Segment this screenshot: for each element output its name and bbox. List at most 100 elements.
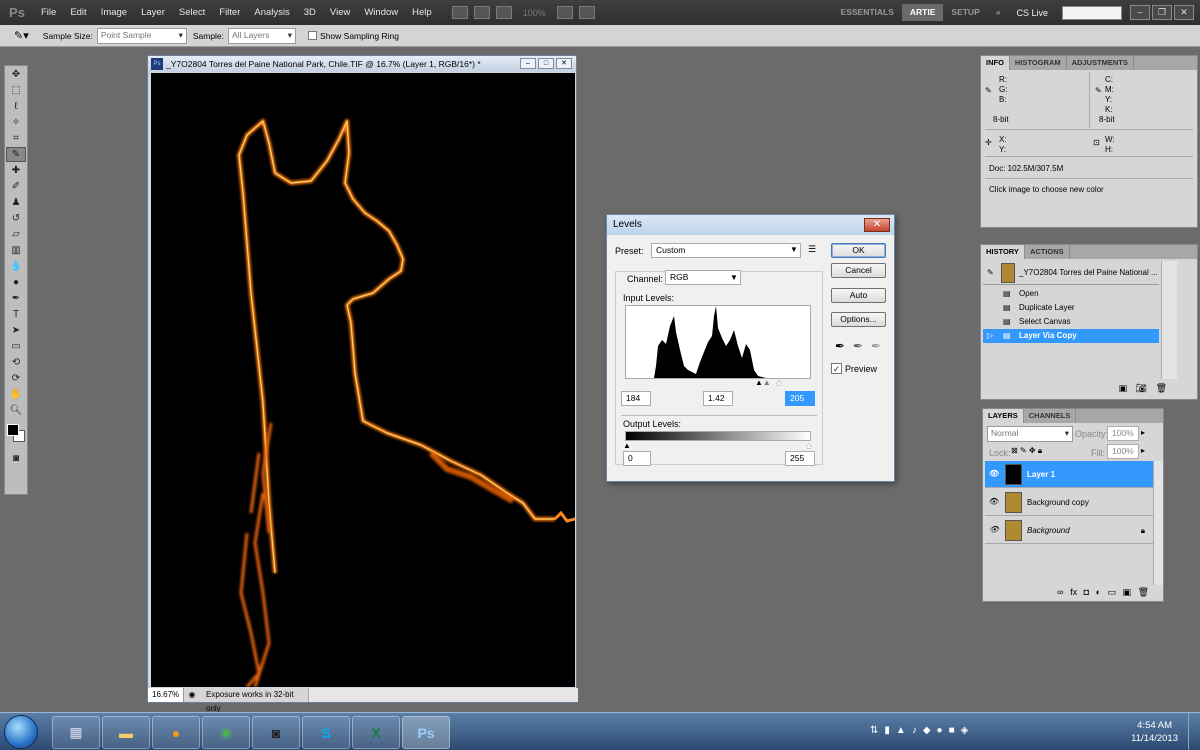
history-item-duplicate-layer[interactable]: ▤ Duplicate Layer	[983, 301, 1159, 315]
marquee-tool-icon[interactable]: ⬚	[6, 83, 26, 98]
zoom-level[interactable]: 100%	[523, 8, 546, 18]
opacity-slider-icon[interactable]: ▸	[1141, 428, 1145, 437]
tray-app-icon[interactable]: ■	[949, 725, 961, 736]
history-vertical-scrollbar[interactable]	[1161, 261, 1177, 379]
horizontal-scrollbar[interactable]	[308, 688, 578, 702]
menu-view[interactable]: View	[323, 0, 357, 25]
blur-tool-icon[interactable]: 💧	[6, 259, 26, 274]
close-icon[interactable]: ✕	[1174, 5, 1194, 20]
menu-help[interactable]: Help	[405, 0, 439, 25]
arrange-documents-icon[interactable]	[556, 6, 573, 19]
color-swatches[interactable]	[5, 422, 27, 450]
output-black-slider[interactable]: ▲	[623, 441, 631, 450]
gray-point-eyedropper-icon[interactable]: ✒	[853, 339, 863, 353]
tab-adjustments[interactable]: ADJUSTMENTS	[1067, 56, 1134, 70]
mini-bridge-icon[interactable]	[473, 6, 490, 19]
tray-app-icon[interactable]: ●	[937, 725, 949, 736]
tab-info[interactable]: INFO	[981, 56, 1010, 70]
white-point-eyedropper-icon[interactable]: ✒	[871, 339, 881, 353]
sampling-ring-checkbox[interactable]	[308, 31, 318, 40]
cancel-button[interactable]: Cancel	[831, 263, 886, 278]
menu-image[interactable]: Image	[94, 0, 134, 25]
input-black-field[interactable]: 184	[621, 391, 651, 406]
input-gamma-slider[interactable]: ▲	[763, 378, 771, 387]
history-brush-source-icon[interactable]: ✎	[987, 261, 994, 285]
link-layers-icon[interactable]: ∞	[1057, 587, 1063, 597]
workspace-essentials[interactable]: ESSENTIALS	[833, 4, 902, 21]
tab-actions[interactable]: ACTIONS	[1025, 245, 1070, 259]
path-select-icon[interactable]: ➤	[6, 323, 26, 338]
layer-row-layer-1[interactable]: 👁︎ Layer 1	[985, 461, 1153, 488]
levels-title-bar[interactable]: Levels ✕	[607, 215, 894, 235]
preset-select-arrow-icon[interactable]: ▼	[790, 245, 798, 254]
quick-mask-icon[interactable]: ◙	[6, 451, 26, 466]
history-item-open[interactable]: ▤ Open	[983, 287, 1159, 301]
history-item-select-canvas[interactable]: ▤ Select Canvas	[983, 315, 1159, 329]
menu-analysis[interactable]: Analysis	[247, 0, 296, 25]
view-extras-icon[interactable]	[495, 6, 512, 19]
new-group-icon[interactable]: ▭	[1108, 587, 1117, 597]
blend-mode-select[interactable]: Normal	[987, 426, 1073, 442]
menu-3d[interactable]: 3D	[297, 0, 323, 25]
layer-style-icon[interactable]: fx	[1070, 587, 1077, 597]
excel-app-icon[interactable]: X	[352, 716, 400, 749]
minimize-icon[interactable]: –	[1130, 5, 1150, 20]
layer-visibility-eye-icon[interactable]: 👁︎	[989, 498, 999, 506]
tab-channels[interactable]: CHANNELS	[1024, 409, 1077, 423]
output-white-slider[interactable]: ▲	[805, 441, 813, 450]
quick-select-icon[interactable]: ✧	[6, 115, 26, 130]
eyedropper-preset-icon[interactable]: ✎▾	[14, 29, 29, 42]
history-brush-icon[interactable]: ↺	[6, 211, 26, 226]
foreground-color-swatch[interactable]	[7, 424, 19, 436]
options-button[interactable]: Options...	[831, 312, 886, 327]
menu-filter[interactable]: Filter	[212, 0, 247, 25]
tray-app-icon[interactable]: ◈	[961, 725, 975, 736]
tab-history[interactable]: HISTORY	[981, 245, 1025, 259]
layer-row-background[interactable]: 👁︎ Background 🔒︎	[985, 517, 1153, 544]
channel-select-arrow-icon[interactable]: ▼	[730, 273, 738, 282]
show-desktop-button[interactable]	[1188, 713, 1200, 750]
preview-checkbox[interactable]: ✓	[831, 363, 842, 374]
lock-all-icon[interactable]: 🔒︎	[1038, 446, 1042, 455]
image-canvas[interactable]	[151, 73, 575, 687]
lock-position-icon[interactable]: ✥	[1029, 446, 1036, 455]
3d-rotate-icon[interactable]: ⟲	[6, 355, 26, 370]
brush-tool-icon[interactable]: ✐	[6, 179, 26, 194]
lock-icons[interactable]: ⊠ ✎ ✥ 🔒︎	[1011, 446, 1042, 456]
zoom-tool-icon[interactable]: 🔍︎	[6, 403, 26, 418]
fill-field[interactable]: 100%	[1107, 444, 1139, 459]
hand-tool-icon[interactable]: ✋	[6, 387, 26, 402]
doc-close-icon[interactable]: ✕	[556, 58, 572, 69]
lasso-tool-icon[interactable]: ℓ	[6, 99, 26, 114]
eyedropper-tool-icon[interactable]: ✎	[6, 147, 26, 162]
output-white-field[interactable]: 255	[785, 451, 815, 466]
bridge-icon[interactable]	[451, 6, 468, 19]
delete-layer-icon[interactable]: 🗑︎	[1138, 587, 1149, 597]
new-document-from-state-icon[interactable]: ▣	[1119, 383, 1128, 393]
layers-vertical-scrollbar[interactable]	[1153, 461, 1163, 585]
layer-row-background-copy[interactable]: 👁︎ Background copy	[985, 489, 1153, 516]
more-workspaces-icon[interactable]: »	[988, 4, 1009, 21]
opacity-field[interactable]: 100%	[1107, 426, 1139, 441]
move-tool-icon[interactable]: ✥	[6, 67, 26, 82]
menu-window[interactable]: Window	[357, 0, 405, 25]
menu-file[interactable]: File	[34, 0, 63, 25]
fill-slider-icon[interactable]: ▸	[1141, 446, 1145, 455]
workspace-setup[interactable]: SETUP	[943, 4, 987, 21]
input-white-slider[interactable]: ▲	[775, 378, 783, 387]
shape-tool-icon[interactable]: ▭	[6, 339, 26, 354]
photoshop-app-icon[interactable]: Ps	[402, 716, 450, 749]
help-search-input[interactable]	[1062, 5, 1122, 20]
layer-visibility-eye-icon[interactable]: 👁︎	[989, 470, 999, 478]
new-snapshot-icon[interactable]: 📷︎	[1136, 383, 1147, 393]
skype-app-icon[interactable]: S	[302, 716, 350, 749]
menu-layer[interactable]: Layer	[134, 0, 172, 25]
volume-icon[interactable]: ♪	[912, 725, 923, 736]
screen-mode-icon[interactable]	[578, 6, 595, 19]
dialog-close-icon[interactable]: ✕	[864, 218, 890, 232]
add-mask-icon[interactable]: ◘	[1084, 587, 1089, 597]
eraser-tool-icon[interactable]: ▱	[6, 227, 26, 242]
history-item-layer-via-copy[interactable]: ▷ ▤ Layer Via Copy	[983, 329, 1159, 343]
delete-state-icon[interactable]: 🗑︎	[1156, 383, 1167, 393]
start-button[interactable]	[4, 715, 38, 749]
